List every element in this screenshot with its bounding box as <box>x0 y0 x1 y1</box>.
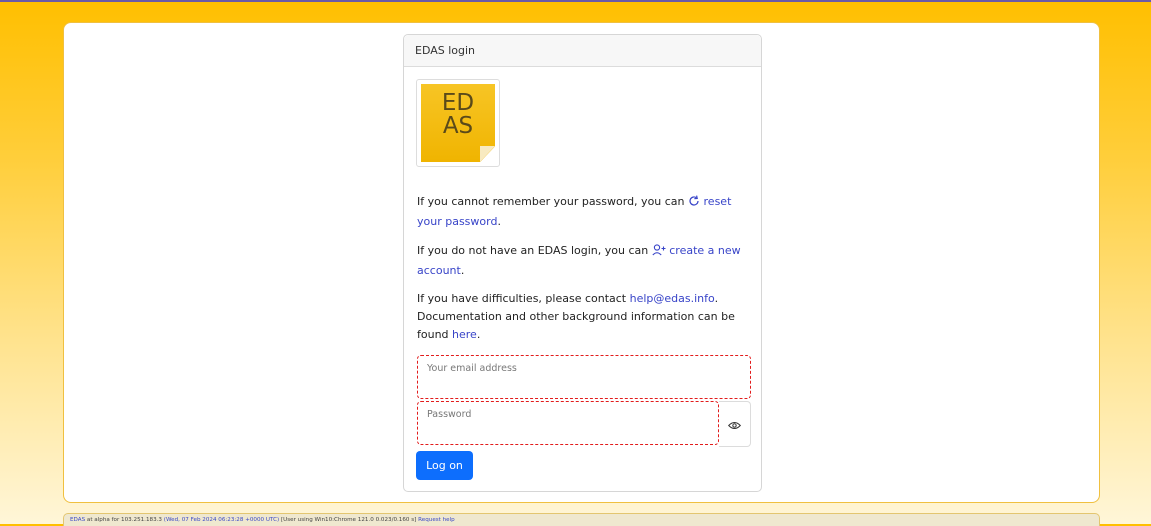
eye-icon <box>728 415 741 434</box>
request-help-link[interactable]: Request help <box>418 517 455 523</box>
help-email-link[interactable]: help@edas.info <box>630 292 715 305</box>
footer-edas-link[interactable]: EDAS <box>70 517 85 523</box>
logo-text-line1: ED <box>441 90 475 116</box>
log-on-button[interactable]: Log on <box>416 451 473 480</box>
refresh-icon[interactable] <box>688 195 700 213</box>
contact-text: If you have difficulties, please contact… <box>417 292 735 341</box>
password-field[interactable]: Password <box>417 401 719 445</box>
logo-text: ED AS <box>421 92 495 138</box>
login-title: EDAS login <box>415 44 476 57</box>
login-card: EDAS login ED AS If you cannot remember … <box>403 34 762 492</box>
login-card-header: EDAS login <box>404 35 761 67</box>
email-field[interactable]: Your email address <box>417 355 751 399</box>
show-password-button[interactable] <box>719 401 751 447</box>
edas-logo: ED AS <box>416 79 500 167</box>
email-input[interactable] <box>426 376 742 394</box>
email-field-label: Your email address <box>427 363 517 374</box>
footer-bar: EDAS at alpha for 103.251.183.3 (Wed, 07… <box>63 513 1100 526</box>
create-account-text: If you do not have an EDAS login, you ca… <box>417 244 741 277</box>
footer-timestamp: (Wed, 07 Feb 2024 06:23:28 +0000 UTC) <box>163 517 280 523</box>
reset-password-text: If you cannot remember your password, yo… <box>417 195 732 228</box>
add-user-icon[interactable] <box>652 244 666 262</box>
documentation-link[interactable]: here <box>452 328 477 341</box>
password-field-label: Password <box>427 409 472 420</box>
password-input[interactable] <box>426 422 710 440</box>
logo-text-line2: AS <box>442 113 474 139</box>
